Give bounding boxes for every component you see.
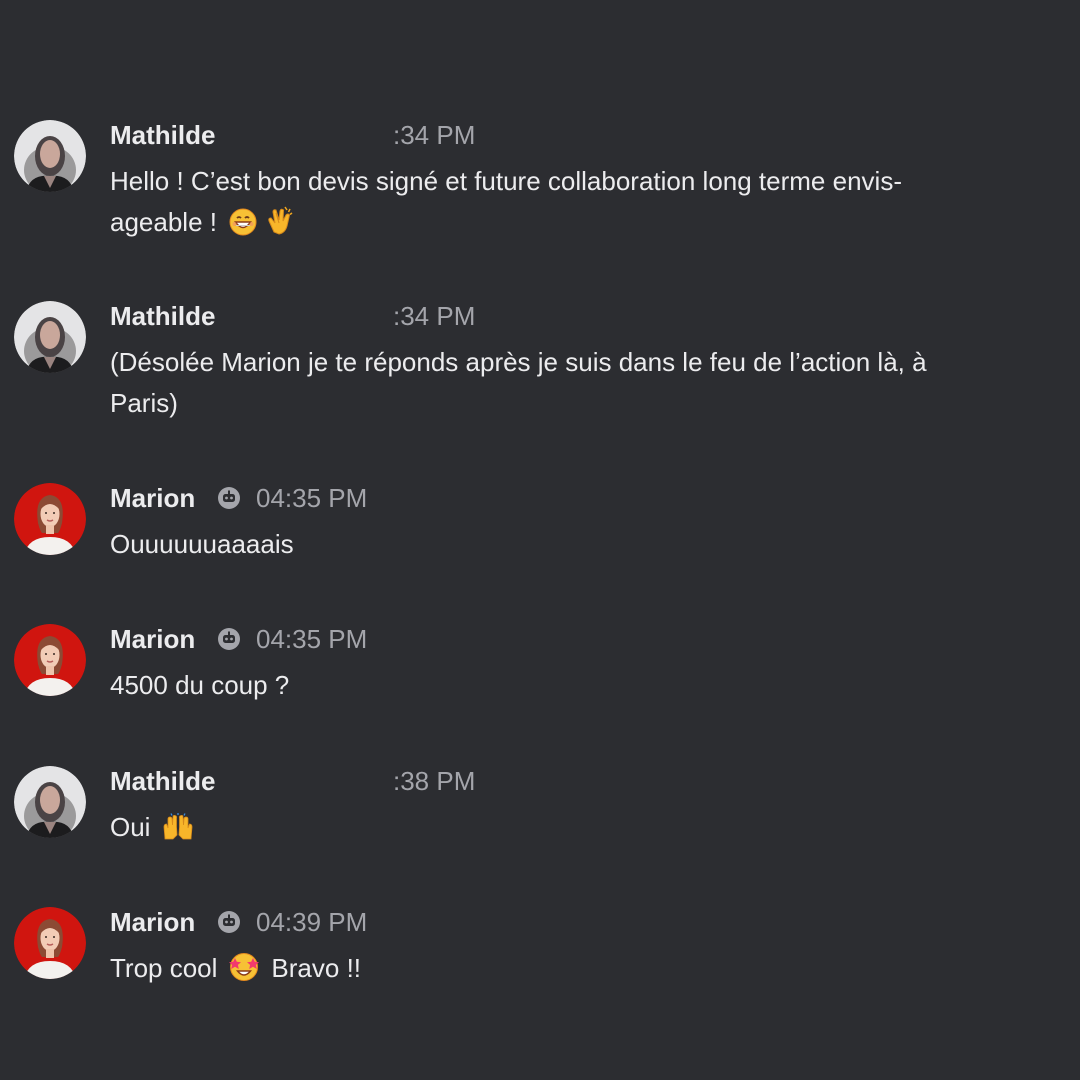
- mathilde-avatar[interactable]: [14, 120, 86, 192]
- message-text: Oui: [110, 807, 1055, 853]
- message-timestamp[interactable]: 04:35 PM: [256, 483, 367, 513]
- message-text-content: (Désolée Marion je te réponds après je s…: [110, 347, 927, 418]
- message-text: Hello ! C’est bon devis signé et future …: [110, 161, 1055, 248]
- grinning-face-emoji: [229, 207, 257, 248]
- author-name[interactable]: Marion: [110, 483, 195, 513]
- marion-avatar[interactable]: [14, 483, 86, 555]
- author-name[interactable]: Mathilde: [110, 120, 215, 150]
- author-name[interactable]: Mathilde: [110, 301, 215, 331]
- bot-badge-icon: [217, 910, 241, 934]
- message-text: Ouuuuuuaaaais: [110, 524, 1055, 565]
- marion-avatar[interactable]: [14, 624, 86, 696]
- message-text-content: 4500 du coup ?: [110, 670, 290, 700]
- message-text: (Désolée Marion je te réponds après je s…: [110, 342, 1055, 424]
- mathilde-avatar[interactable]: [14, 301, 86, 373]
- star-struck-emoji: [229, 952, 260, 994]
- clapping-hands-emoji: [265, 206, 295, 248]
- message-text-content: Trop cool: [110, 953, 218, 983]
- author-name[interactable]: Mathilde: [110, 766, 215, 796]
- message-text: Trop cool Bravo !!: [110, 948, 1055, 994]
- message-timestamp[interactable]: 04:39 PM: [256, 907, 367, 937]
- marion-avatar[interactable]: [14, 907, 86, 979]
- bot-badge-icon: [217, 627, 241, 651]
- bot-badge-icon: [217, 486, 241, 510]
- raising-hands-emoji: [162, 812, 194, 853]
- message-timestamp[interactable]: 04:35 PM: [256, 624, 367, 654]
- mathilde-avatar[interactable]: [14, 766, 86, 838]
- message-timestamp[interactable]: :34 PM: [393, 120, 475, 150]
- message-text-content: Bravo !!: [271, 953, 362, 983]
- message-timestamp[interactable]: :38 PM: [393, 766, 475, 796]
- message-text-content: Ouuuuuuaaaais: [110, 529, 294, 559]
- message-timestamp[interactable]: :34 PM: [393, 301, 475, 331]
- message-text: 4500 du coup ?: [110, 665, 1055, 706]
- author-name[interactable]: Marion: [110, 907, 195, 937]
- message-text-content: Oui: [110, 812, 151, 842]
- author-name[interactable]: Marion: [110, 624, 195, 654]
